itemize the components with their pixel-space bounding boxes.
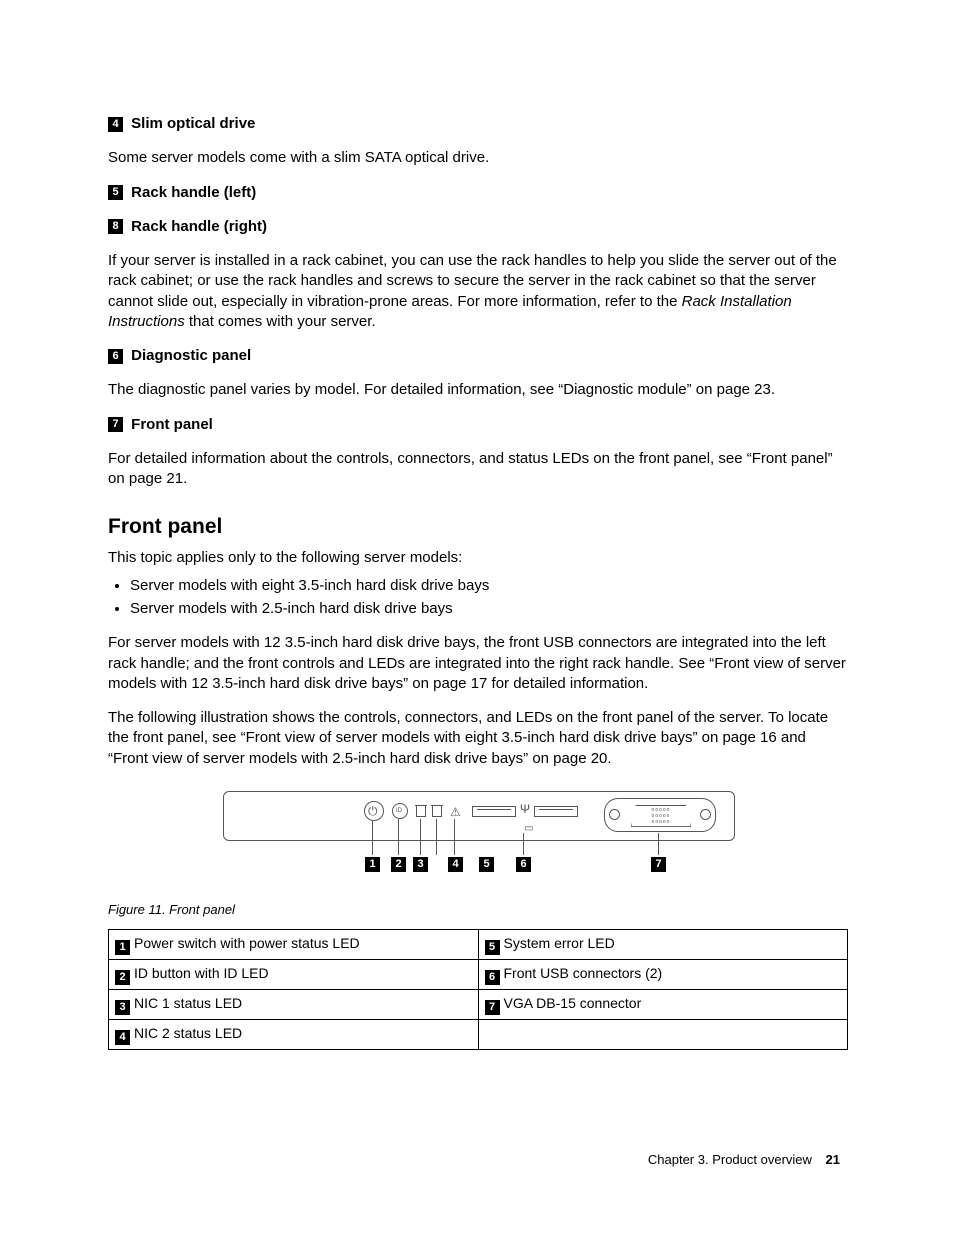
table-row: 1 Power switch with power status LED 5 Sys… bbox=[109, 929, 848, 959]
legend-text: System error LED bbox=[504, 935, 615, 951]
footer-page-number: 21 bbox=[826, 1151, 840, 1169]
item8-body-tail: that comes with your server. bbox=[185, 313, 376, 330]
callout-box: 5 bbox=[485, 940, 500, 955]
callout-box: 4 bbox=[115, 1030, 130, 1045]
callout-box: 7 bbox=[108, 417, 123, 432]
item4-title: Slim optical drive bbox=[131, 115, 255, 132]
callout-box: 1 bbox=[365, 857, 380, 872]
item4-heading: 4 Slim optical drive bbox=[108, 114, 848, 134]
item4-body: Some server models come with a slim SATA… bbox=[108, 148, 848, 168]
callout-box: 3 bbox=[115, 1000, 130, 1015]
legend-text: VGA DB-15 connector bbox=[504, 995, 642, 1011]
callout-box: 2 bbox=[391, 857, 406, 872]
callout-box: 6 bbox=[108, 349, 123, 364]
item6-body: The diagnostic panel varies by model. Fo… bbox=[108, 380, 848, 400]
leader-line bbox=[420, 819, 421, 855]
leader-line bbox=[523, 833, 524, 855]
leader-line bbox=[372, 821, 373, 855]
page-footer: Chapter 3. Product overview 21 bbox=[648, 1151, 840, 1169]
item8-title: Rack handle (right) bbox=[131, 218, 267, 235]
legend-text: Front USB connectors (2) bbox=[504, 965, 663, 981]
item8-heading: 8 Rack handle (right) bbox=[108, 217, 848, 237]
callout-box: 7 bbox=[485, 1000, 500, 1015]
callout-box: 8 bbox=[108, 219, 123, 234]
item5-title: Rack handle (left) bbox=[131, 184, 256, 201]
item6-heading: 6 Diagnostic panel bbox=[108, 346, 848, 366]
usb-port-2-icon bbox=[534, 806, 578, 817]
front-panel-figure-drawing: ⚠ Ψ ▭ ooooooooooooooo 1 2 3 4 5 6 bbox=[223, 791, 733, 881]
item7-body: For detailed information about the contr… bbox=[108, 449, 848, 490]
id-button-icon bbox=[392, 803, 408, 819]
table-row: 2 ID button with ID LED 6 Front USB connec… bbox=[109, 959, 848, 989]
power-button-icon bbox=[364, 801, 384, 821]
callout-box: 7 bbox=[651, 857, 666, 872]
item5-heading: 5 Rack handle (left) bbox=[108, 183, 848, 203]
callout-box: 5 bbox=[108, 185, 123, 200]
page-content: 4 Slim optical drive Some server models … bbox=[108, 100, 848, 1050]
figure-callout-row: 1 2 3 4 5 6 7 bbox=[223, 857, 733, 877]
table-row: 4 NIC 2 status LED bbox=[109, 1019, 848, 1049]
legend-text: NIC 1 status LED bbox=[134, 995, 242, 1011]
callout-box: 6 bbox=[485, 970, 500, 985]
leader-line bbox=[658, 833, 659, 855]
item6-title: Diagnostic panel bbox=[131, 347, 251, 364]
table-row: 3 NIC 1 status LED 7 VGA DB-15 connector bbox=[109, 989, 848, 1019]
system-error-icon: ⚠ bbox=[450, 804, 461, 820]
nic1-led-icon bbox=[416, 805, 426, 817]
section-intro: This topic applies only to the following… bbox=[108, 548, 848, 568]
leader-line bbox=[398, 819, 399, 855]
usb-symbol-icon: Ψ bbox=[520, 801, 530, 817]
callout-box: 6 bbox=[516, 857, 531, 872]
item8-body: If your server is installed in a rack ca… bbox=[108, 251, 848, 332]
callout-box: 4 bbox=[108, 117, 123, 132]
list-item: Server models with 2.5-inch hard disk dr… bbox=[130, 599, 848, 619]
footer-chapter: Chapter 3. Product overview bbox=[648, 1152, 812, 1167]
usb-port-1-icon bbox=[472, 806, 516, 817]
section-p3: The following illustration shows the con… bbox=[108, 708, 848, 769]
leader-line bbox=[454, 819, 455, 855]
leader-line bbox=[436, 819, 437, 855]
callout-box: 4 bbox=[448, 857, 463, 872]
section-p2: For server models with 12 3.5-inch hard … bbox=[108, 633, 848, 694]
legend-table: 1 Power switch with power status LED 5 Sys… bbox=[108, 929, 848, 1050]
nic2-led-icon bbox=[432, 805, 442, 817]
callout-box: 3 bbox=[413, 857, 428, 872]
section-heading-front-panel: Front panel bbox=[108, 513, 848, 541]
list-item: Server models with eight 3.5-inch hard d… bbox=[130, 576, 848, 596]
callout-box: 5 bbox=[479, 857, 494, 872]
item7-heading: 7 Front panel bbox=[108, 415, 848, 435]
legend-text: NIC 2 status LED bbox=[134, 1025, 242, 1041]
section-bullets: Server models with eight 3.5-inch hard d… bbox=[108, 576, 848, 620]
monitor-icon: ▭ bbox=[524, 822, 533, 836]
callout-box: 2 bbox=[115, 970, 130, 985]
callout-box: 1 bbox=[115, 940, 130, 955]
figure-caption: Figure 11. Front panel bbox=[108, 901, 848, 919]
legend-text: ID button with ID LED bbox=[134, 965, 269, 981]
figure-front-panel: ⚠ Ψ ▭ ooooooooooooooo 1 2 3 4 5 6 bbox=[108, 791, 848, 887]
vga-connector-icon: ooooooooooooooo bbox=[604, 798, 716, 832]
item7-title: Front panel bbox=[131, 416, 213, 433]
legend-text: Power switch with power status LED bbox=[134, 935, 360, 951]
